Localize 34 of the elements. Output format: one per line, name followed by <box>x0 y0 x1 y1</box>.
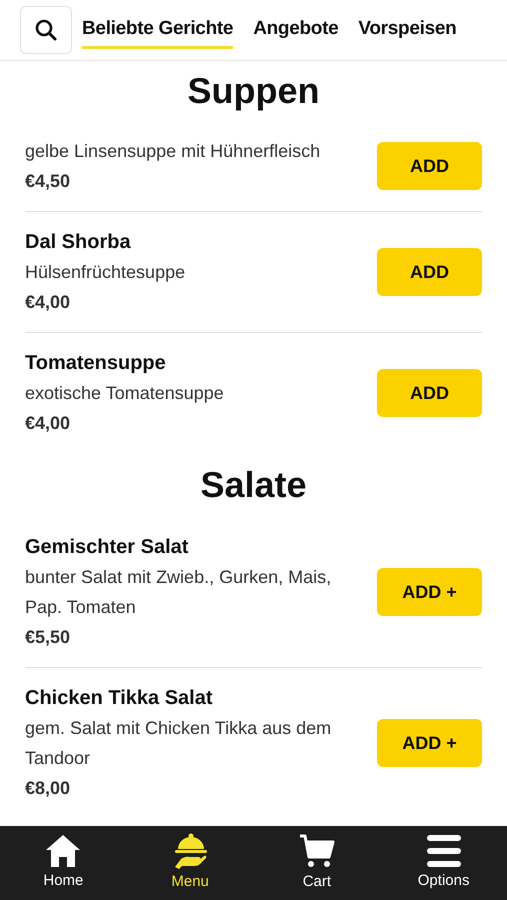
cart-icon <box>298 832 335 869</box>
add-button[interactable]: ADD + <box>377 719 482 767</box>
dish-description: gelbe Linsensuppe mit Hühnerfleisch <box>25 140 320 163</box>
dish-description: bunter Salat mit Zwieb., Gurken, Mais, Pap. Tomaten <box>25 566 332 619</box>
add-button[interactable]: ADD <box>377 248 482 296</box>
nav-tab[interactable]: Home <box>0 826 127 900</box>
search-icon <box>34 18 58 42</box>
dish-name: Tomatensuppe <box>25 351 166 376</box>
dish-name: Chicken Tikka Salat <box>25 686 212 711</box>
dish-description: gem. Salat mit Chicken Tikka aus dem Tandoor <box>25 717 332 770</box>
nav-tab[interactable]: Options <box>380 826 507 900</box>
search-button[interactable] <box>20 6 72 54</box>
menu-icon <box>426 834 462 868</box>
nav-tab[interactable]: Cart <box>254 826 380 900</box>
category-tab[interactable]: Beliebte Gerichte <box>82 10 234 50</box>
section-heading: Suppen <box>186 69 320 113</box>
dish-price: €4,00 <box>25 412 70 435</box>
dish-price: €8,00 <box>25 777 70 800</box>
dish-price: €4,50 <box>25 170 70 193</box>
nav-tab[interactable]: Menu <box>126 826 254 900</box>
dish-description: exotische Tomatensuppe <box>25 382 224 405</box>
house-icon <box>45 834 82 868</box>
add-button[interactable]: ADD <box>377 369 482 417</box>
dish-price: €5,50 <box>25 626 70 649</box>
dish-price: €4,00 <box>25 291 70 314</box>
cloche-hand-icon <box>173 832 208 869</box>
section-heading: Salate <box>199 463 308 507</box>
category-tab[interactable]: Angebote <box>253 10 338 50</box>
add-button[interactable]: ADD + <box>377 568 482 616</box>
dish-description: Hülsenfrüchtesuppe <box>25 261 186 284</box>
dish-name: Dal Shorba <box>25 230 131 255</box>
add-button[interactable]: ADD <box>377 142 482 190</box>
dish-name: Gemischter Salat <box>25 535 188 560</box>
category-tab[interactable]: Vorspeisen <box>358 10 456 50</box>
